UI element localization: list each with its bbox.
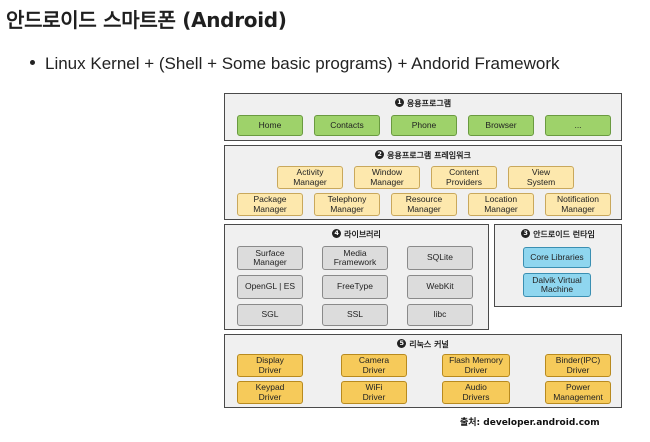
kernel-number: 5 (397, 339, 407, 348)
runtime-title: 3 안드로이드 런타임 (495, 229, 621, 240)
framework-view-system: View System (508, 166, 574, 189)
lib-surface-manager: Surface Manager (237, 246, 303, 270)
lib-libc: libc (407, 304, 473, 326)
kernel-display-driver: Display Driver (237, 354, 303, 377)
app-home: Home (237, 115, 303, 136)
lib-opengl-es: OpenGL | ES (237, 275, 303, 299)
lib-ssl: SSL (322, 304, 388, 326)
applications-title-text: 응용프로그램 (406, 99, 452, 108)
lib-webkit: WebKit (407, 275, 473, 299)
libraries-layer: 4 라이브러리 Surface Manager Media Framework S… (224, 224, 489, 330)
kernel-keypad-driver: Keypad Driver (237, 381, 303, 404)
page-title: 안드로이드 스마트폰 (Android) (6, 8, 287, 32)
applications-layer: 1 응용프로그램 Home Contacts Phone Browser ... (224, 93, 622, 141)
kernel-flash-memory-driver: Flash Memory Driver (442, 354, 510, 377)
framework-telephony-manager: Telephony Manager (314, 193, 380, 216)
lib-freetype: FreeType (322, 275, 388, 299)
source-caption: 출처: developer.android.com (460, 418, 600, 428)
framework-number: 2 (375, 150, 385, 159)
lib-sgl: SGL (237, 304, 303, 326)
kernel-title: 5 리눅스 커널 (225, 339, 621, 350)
framework-title-text: 응용프로그램 프레임워크 (387, 151, 471, 160)
bullet-text: Linux Kernel + (Shell + Some basic progr… (45, 54, 560, 73)
kernel-title-text: 리눅스 커널 (409, 340, 449, 349)
kernel-layer: 5 리눅스 커널 Display Driver Camera Driver Fla… (224, 334, 622, 408)
app-browser: Browser (468, 115, 534, 136)
app-more: ... (545, 115, 611, 136)
framework-content-providers: Content Providers (431, 166, 497, 189)
android-architecture-diagram: 1 응용프로그램 Home Contacts Phone Browser ... … (224, 93, 622, 410)
framework-activity-manager: Activity Manager (277, 166, 343, 189)
kernel-audio-drivers: Audio Drivers (442, 381, 510, 404)
bullet-item: Linux Kernel + (Shell + Some basic progr… (30, 54, 559, 74)
kernel-wifi-driver: WiFi Driver (341, 381, 407, 404)
kernel-camera-driver: Camera Driver (341, 354, 407, 377)
libraries-title: 4 라이브러리 (225, 229, 488, 240)
runtime-core-libraries: Core Libraries (523, 247, 591, 268)
lib-media-framework: Media Framework (322, 246, 388, 270)
kernel-power-management: Power Management (545, 381, 611, 404)
applications-number: 1 (394, 98, 404, 107)
app-contacts: Contacts (314, 115, 380, 136)
libraries-title-text: 라이브러리 (344, 230, 381, 239)
bullet-dot (30, 60, 35, 66)
lib-sqlite: SQLite (407, 246, 473, 270)
runtime-layer: 3 안드로이드 런타임 Core Libraries Dalvik Virtual… (494, 224, 622, 307)
libraries-number: 4 (332, 229, 342, 238)
runtime-dalvik-vm: Dalvik Virtual Machine (523, 273, 591, 297)
framework-title: 2 응용프로그램 프레임워크 (225, 150, 621, 161)
runtime-title-text: 안드로이드 런타임 (533, 230, 595, 239)
framework-window-manager: Window Manager (354, 166, 420, 189)
framework-location-manager: Location Manager (468, 193, 534, 216)
framework-package-manager: Package Manager (237, 193, 303, 216)
framework-notification-manager: Notification Manager (545, 193, 611, 216)
framework-layer: 2 응용프로그램 프레임워크 Activity Manager Window Ma… (224, 145, 622, 220)
runtime-number: 3 (521, 229, 531, 238)
framework-resource-manager: Resource Manager (391, 193, 457, 216)
applications-title: 1 응용프로그램 (225, 98, 621, 109)
app-phone: Phone (391, 115, 457, 136)
kernel-binder-ipc-driver: Binder(IPC) Driver (545, 354, 611, 377)
